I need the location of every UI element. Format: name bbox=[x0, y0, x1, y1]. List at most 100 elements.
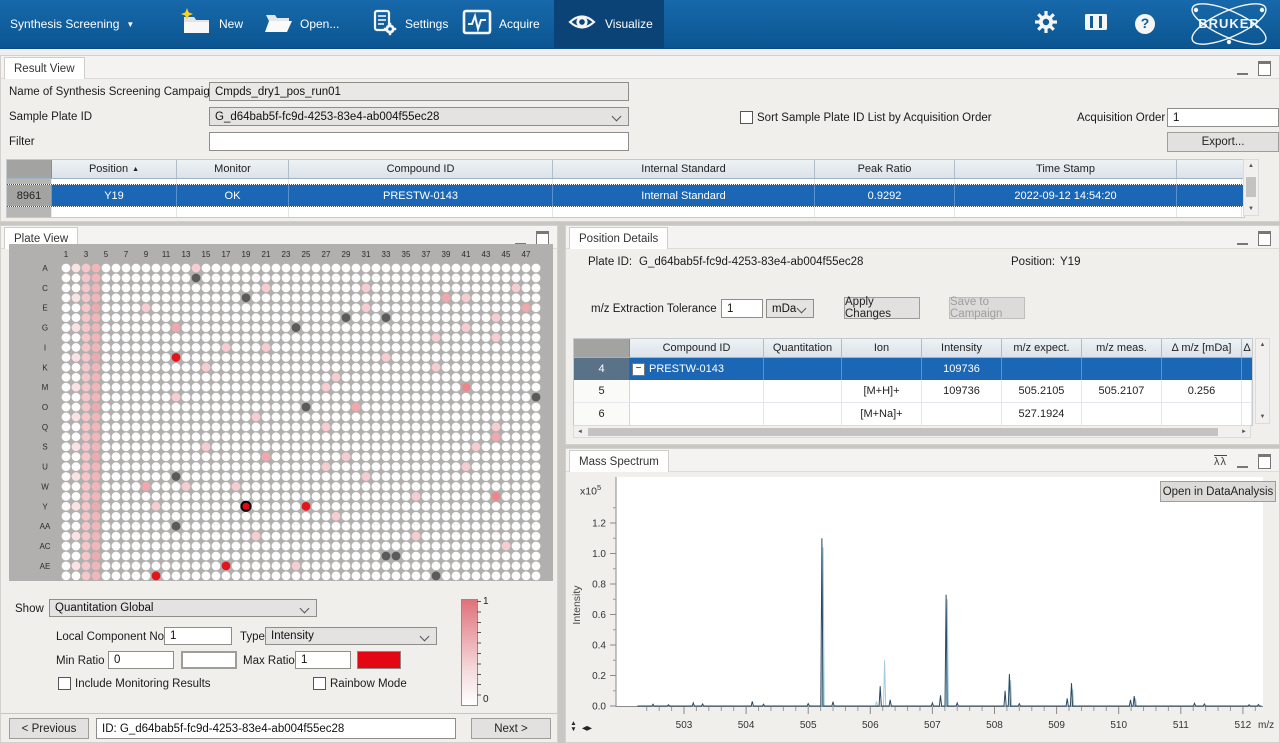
plate-well[interactable] bbox=[312, 442, 321, 451]
plate-well[interactable] bbox=[212, 303, 221, 312]
plate-well[interactable] bbox=[342, 323, 351, 332]
plate-well[interactable] bbox=[62, 462, 71, 471]
plate-well[interactable] bbox=[412, 571, 421, 580]
plate-well[interactable] bbox=[322, 512, 331, 521]
plate-well[interactable] bbox=[342, 452, 351, 461]
plate-well[interactable] bbox=[412, 462, 421, 471]
plate-well[interactable] bbox=[162, 492, 171, 501]
plate-well[interactable] bbox=[432, 432, 441, 441]
plate-well[interactable] bbox=[92, 373, 101, 382]
plate-well[interactable] bbox=[92, 512, 101, 521]
plate-well[interactable] bbox=[442, 562, 451, 571]
plate-well[interactable] bbox=[352, 264, 361, 273]
minimize-icon[interactable] bbox=[1237, 233, 1248, 245]
plate-well[interactable] bbox=[442, 343, 451, 352]
plate-well[interactable] bbox=[282, 393, 291, 402]
plate-well[interactable] bbox=[212, 403, 221, 412]
plate-well[interactable] bbox=[142, 343, 151, 352]
plate-well[interactable] bbox=[482, 512, 491, 521]
plate-well[interactable] bbox=[112, 323, 121, 332]
plate-well[interactable] bbox=[122, 353, 131, 362]
plate-well[interactable] bbox=[342, 264, 351, 273]
plate-well[interactable] bbox=[512, 283, 521, 292]
plate-well[interactable] bbox=[422, 552, 431, 561]
plate-well[interactable] bbox=[172, 264, 181, 273]
plate-well[interactable] bbox=[92, 422, 101, 431]
plate-well[interactable] bbox=[342, 413, 351, 422]
plate-well[interactable] bbox=[272, 492, 281, 501]
plate-well[interactable] bbox=[402, 333, 411, 342]
plate-well[interactable] bbox=[432, 353, 441, 362]
plate-well[interactable] bbox=[132, 552, 141, 561]
plate-well[interactable] bbox=[342, 274, 351, 283]
plate-well[interactable] bbox=[512, 512, 521, 521]
plate-well[interactable] bbox=[442, 532, 451, 541]
plate-well[interactable] bbox=[102, 323, 111, 332]
plate-well[interactable] bbox=[532, 283, 541, 292]
plate-well[interactable] bbox=[162, 452, 171, 461]
plate-well[interactable] bbox=[432, 542, 441, 551]
plate-well[interactable] bbox=[102, 343, 111, 352]
filter-input[interactable] bbox=[209, 132, 629, 151]
plate-well[interactable] bbox=[422, 353, 431, 362]
plate-well[interactable] bbox=[152, 274, 161, 283]
plate-well[interactable] bbox=[72, 542, 81, 551]
plate-well[interactable] bbox=[252, 512, 261, 521]
plate-well[interactable] bbox=[502, 482, 511, 491]
plate-well[interactable] bbox=[272, 502, 281, 511]
plate-well[interactable] bbox=[192, 482, 201, 491]
plate-well[interactable] bbox=[72, 303, 81, 312]
plate-well[interactable] bbox=[252, 492, 261, 501]
plate-well[interactable] bbox=[372, 343, 381, 352]
plate-well[interactable] bbox=[302, 264, 311, 273]
plate-well[interactable] bbox=[152, 542, 161, 551]
plate-well[interactable] bbox=[142, 313, 151, 322]
plate-well[interactable] bbox=[522, 373, 531, 382]
plate-well[interactable] bbox=[152, 571, 161, 580]
selected-compound-row[interactable]: 4 − PRESTW-0143 109736 bbox=[574, 358, 1252, 380]
plate-well[interactable] bbox=[92, 571, 101, 580]
plate-well[interactable] bbox=[532, 343, 541, 352]
plate-well[interactable] bbox=[502, 562, 511, 571]
plate-well[interactable] bbox=[272, 432, 281, 441]
plate-well[interactable] bbox=[172, 452, 181, 461]
plate-well[interactable] bbox=[122, 492, 131, 501]
plate-well[interactable] bbox=[222, 403, 231, 412]
plate-well[interactable] bbox=[382, 313, 391, 322]
plate-well[interactable] bbox=[352, 422, 361, 431]
plate-well[interactable] bbox=[202, 283, 211, 292]
plate-well[interactable] bbox=[442, 442, 451, 451]
plate-well[interactable] bbox=[362, 353, 371, 362]
plate-well[interactable] bbox=[522, 333, 531, 342]
plate-well[interactable] bbox=[272, 552, 281, 561]
plate-well[interactable] bbox=[182, 274, 191, 283]
plate-well[interactable] bbox=[222, 512, 231, 521]
plate-well[interactable] bbox=[222, 274, 231, 283]
plate-well[interactable] bbox=[142, 432, 151, 441]
plate-well[interactable] bbox=[82, 482, 91, 491]
plate-well[interactable] bbox=[272, 383, 281, 392]
plate-well[interactable] bbox=[152, 413, 161, 422]
plate-well[interactable] bbox=[442, 422, 451, 431]
plate-well[interactable] bbox=[412, 333, 421, 342]
plate-well[interactable] bbox=[192, 432, 201, 441]
plate-well[interactable] bbox=[462, 363, 471, 372]
plate-well[interactable] bbox=[212, 333, 221, 342]
plate-well[interactable] bbox=[302, 512, 311, 521]
plate-well[interactable] bbox=[382, 363, 391, 372]
plate-well[interactable] bbox=[472, 363, 481, 372]
plate-well[interactable] bbox=[422, 403, 431, 412]
plate-well[interactable] bbox=[512, 313, 521, 322]
plate-well[interactable] bbox=[372, 532, 381, 541]
plate-well[interactable] bbox=[352, 363, 361, 372]
plate-well[interactable] bbox=[252, 502, 261, 511]
plate-well[interactable] bbox=[482, 532, 491, 541]
plate-well[interactable] bbox=[392, 502, 401, 511]
plate-well[interactable] bbox=[442, 571, 451, 580]
scrollbar-thumb[interactable] bbox=[1246, 177, 1256, 197]
plate-well[interactable] bbox=[252, 323, 261, 332]
plate-well[interactable] bbox=[352, 552, 361, 561]
plate-well[interactable] bbox=[522, 313, 531, 322]
plate-well[interactable] bbox=[432, 502, 441, 511]
plate-well[interactable] bbox=[342, 552, 351, 561]
